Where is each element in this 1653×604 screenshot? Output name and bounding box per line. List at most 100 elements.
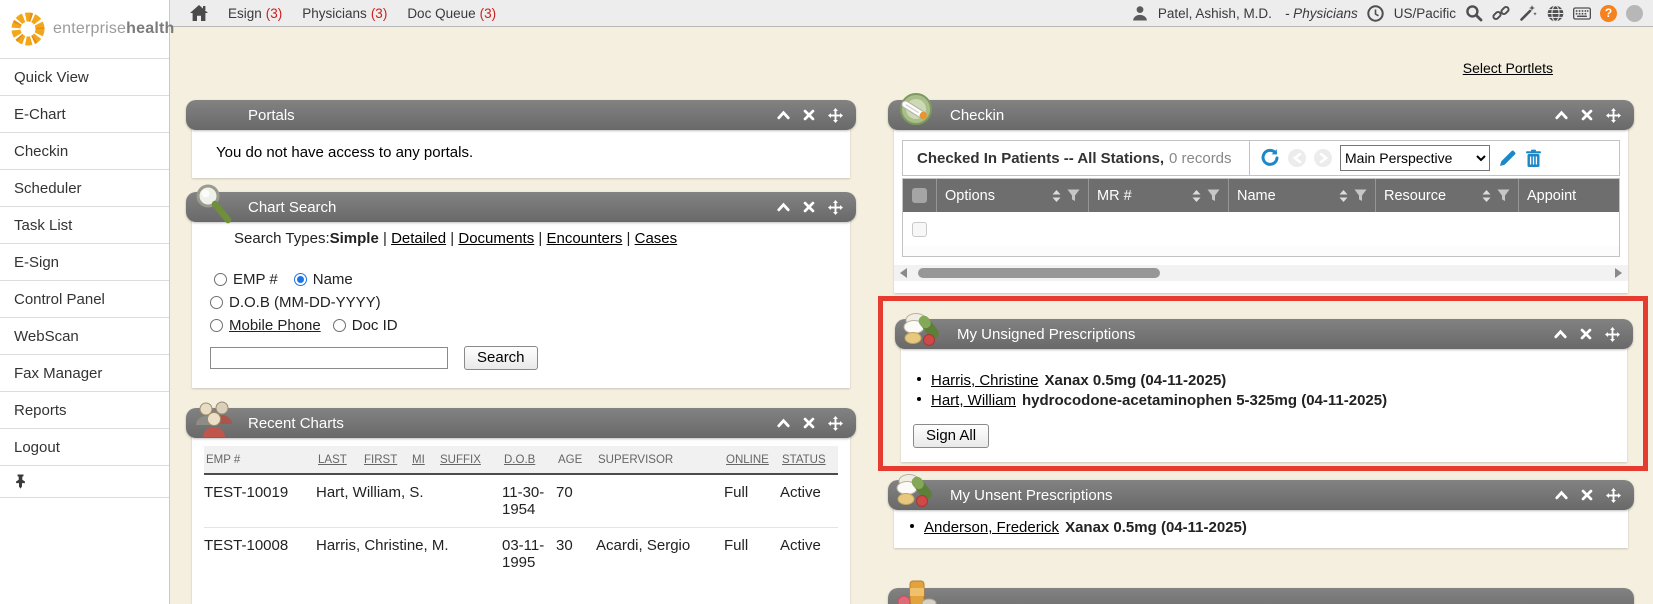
select-all-checkbox[interactable]	[903, 179, 937, 212]
search-type-encounters[interactable]: Encounters	[546, 230, 622, 247]
move-icon[interactable]	[828, 108, 843, 123]
home-icon[interactable]	[190, 4, 208, 22]
perspective-select[interactable]: Main Perspective	[1340, 145, 1490, 171]
col-options[interactable]: Options	[937, 179, 1089, 212]
radio-name[interactable]	[294, 273, 307, 286]
col-mi[interactable]: MI	[410, 454, 438, 466]
user-name[interactable]: Patel, Ashish, M.D.	[1158, 6, 1272, 21]
radio-name-label[interactable]: Name	[313, 271, 353, 288]
move-icon[interactable]	[1606, 488, 1621, 503]
edit-pencil-icon[interactable]	[1498, 149, 1517, 168]
collapse-icon[interactable]	[1554, 108, 1569, 123]
move-icon[interactable]	[828, 200, 843, 215]
sidebar-item-control-panel[interactable]: Control Panel	[0, 280, 169, 317]
collapse-icon[interactable]	[1553, 327, 1568, 342]
help-icon[interactable]: ?	[1600, 5, 1617, 22]
col-suffix[interactable]: SUFFIX	[438, 454, 502, 466]
topnav-physicians[interactable]: Physicians (3)	[302, 6, 387, 21]
keyboard-icon[interactable]	[1573, 4, 1591, 22]
move-icon[interactable]	[1605, 327, 1620, 342]
sidebar-item-webscan[interactable]: WebScan	[0, 317, 169, 354]
radio-doc-id-label[interactable]: Doc ID	[352, 317, 398, 334]
link-icon[interactable]	[1492, 4, 1510, 22]
radio-mobile-phone[interactable]	[210, 319, 223, 332]
radio-doc-id[interactable]	[333, 319, 346, 332]
sidebar-pin-toggle[interactable]	[0, 465, 169, 498]
close-icon[interactable]	[1579, 327, 1594, 342]
sign-all-button[interactable]: Sign All	[913, 424, 989, 448]
table-row[interactable]: TEST-10008 Harris, Christine, M. 03-11-1…	[204, 528, 838, 580]
row-checkbox[interactable]	[912, 222, 927, 237]
sidebar-item-scheduler[interactable]: Scheduler	[0, 169, 169, 206]
col-resource[interactable]: Resource	[1376, 179, 1519, 212]
collapse-icon[interactable]	[776, 416, 791, 431]
topnav-physicians-count: (3)	[371, 6, 388, 21]
sidebar-item-e-chart[interactable]: E-Chart	[0, 95, 169, 132]
close-icon[interactable]	[802, 200, 817, 215]
col-options-label: Options	[945, 188, 995, 204]
close-icon[interactable]	[802, 108, 817, 123]
wand-icon[interactable]	[1519, 4, 1537, 22]
patient-link[interactable]: Harris, Christine	[931, 371, 1039, 390]
select-portlets-link[interactable]: Select Portlets	[1463, 60, 1553, 76]
thermometer-icon	[894, 90, 938, 134]
sidebar-item-task-list[interactable]: Task List	[0, 206, 169, 243]
col-status[interactable]: STATUS	[780, 454, 838, 466]
recent-charts-title: Recent Charts	[248, 415, 344, 432]
refresh-icon[interactable]	[1260, 148, 1280, 168]
col-appointment[interactable]: Appoint	[1519, 179, 1619, 212]
radio-emp[interactable]	[214, 273, 227, 286]
search-icon[interactable]	[1465, 4, 1483, 22]
filter-icon	[1067, 189, 1080, 202]
next-page-icon[interactable]	[1314, 149, 1332, 167]
prev-page-icon[interactable]	[1288, 149, 1306, 167]
close-icon[interactable]	[802, 416, 817, 431]
search-type-documents[interactable]: Documents	[458, 230, 534, 247]
search-type-cases[interactable]: Cases	[635, 230, 678, 247]
radio-mobile-phone-label[interactable]: Mobile Phone	[229, 317, 321, 334]
patient-link[interactable]: Anderson, Frederick	[924, 518, 1059, 537]
collapse-icon[interactable]	[776, 108, 791, 123]
scroll-right-icon[interactable]	[1615, 268, 1622, 278]
sidebar-item-checkin[interactable]: Checkin	[0, 132, 169, 169]
col-name[interactable]: Name	[1229, 179, 1376, 212]
search-type-simple[interactable]: Simple	[330, 230, 379, 247]
sidebar-item-reports[interactable]: Reports	[0, 391, 169, 428]
globe-icon[interactable]	[1546, 4, 1564, 22]
close-icon[interactable]	[1580, 488, 1595, 503]
patient-link[interactable]: Hart, William	[931, 391, 1016, 410]
chart-search-input[interactable]	[210, 347, 448, 369]
collapse-icon[interactable]	[776, 200, 791, 215]
col-dob[interactable]: D.O.B	[502, 454, 556, 466]
scrollbar-thumb[interactable]	[918, 268, 1160, 278]
table-row[interactable]: TEST-10019 Hart, William, S. 11-30-1954 …	[204, 475, 838, 528]
sidebar-item-fax-manager[interactable]: Fax Manager	[0, 354, 169, 391]
clock-icon[interactable]	[1367, 4, 1385, 22]
radio-dob[interactable]	[210, 296, 223, 309]
col-first[interactable]: FIRST	[362, 454, 410, 466]
scroll-left-icon[interactable]	[900, 268, 907, 278]
sidebar-item-quick-view[interactable]: Quick View	[0, 58, 169, 95]
horizontal-scrollbar[interactable]	[894, 265, 1628, 281]
radio-emp-label[interactable]: EMP #	[233, 271, 278, 288]
sidebar-item-logout[interactable]: Logout	[0, 428, 169, 465]
col-mr[interactable]: MR #	[1089, 179, 1229, 212]
list-item: Anderson, Frederick Xanax 0.5mg (04-11-2…	[910, 518, 1628, 538]
move-icon[interactable]	[828, 416, 843, 431]
collapse-icon[interactable]	[1554, 488, 1569, 503]
col-appointment-label: Appoint	[1527, 188, 1576, 204]
col-last[interactable]: LAST	[316, 454, 362, 466]
search-type-detailed[interactable]: Detailed	[391, 230, 446, 247]
sidebar-item-e-sign[interactable]: E-Sign	[0, 243, 169, 280]
checkin-title: Checkin	[950, 107, 1004, 124]
radio-dob-label[interactable]: D.O.B (MM-DD-YYYY)	[229, 294, 381, 311]
topnav-doc-queue[interactable]: Doc Queue (3)	[407, 6, 496, 21]
close-icon[interactable]	[1580, 108, 1595, 123]
trash-icon[interactable]	[1525, 149, 1542, 168]
topnav-esign[interactable]: Esign (3)	[228, 6, 282, 21]
move-icon[interactable]	[1606, 108, 1621, 123]
search-button[interactable]: Search	[464, 346, 538, 370]
col-online[interactable]: ONLINE	[724, 454, 780, 466]
checkin-header: Checkin	[888, 100, 1634, 130]
portlet-partial-bottom	[888, 588, 1634, 604]
